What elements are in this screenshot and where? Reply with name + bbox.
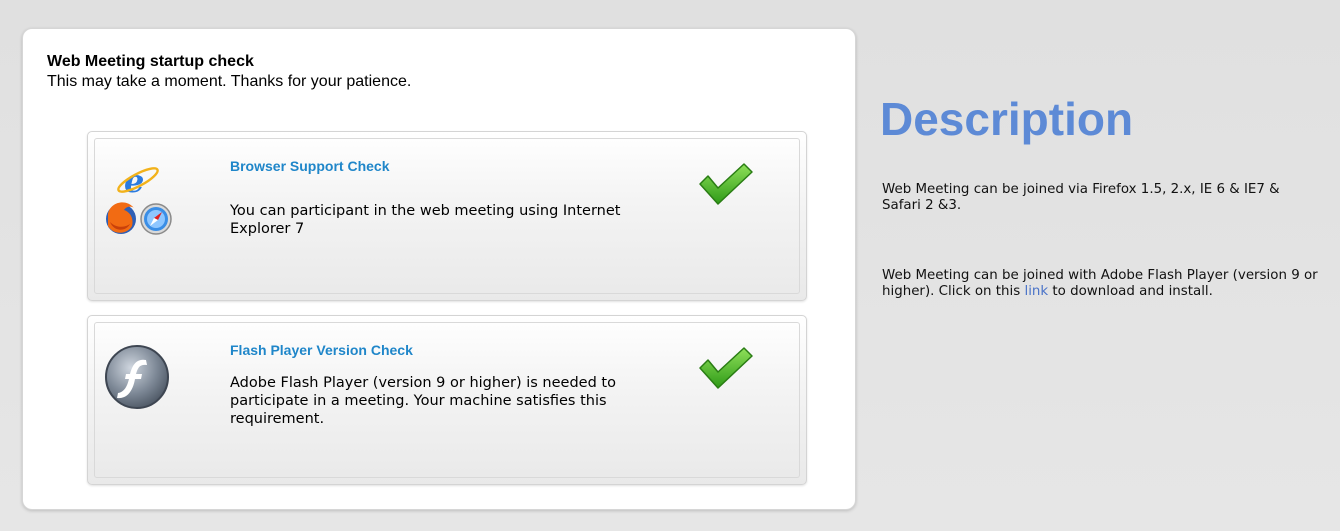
checkmark-icon — [699, 163, 753, 205]
checkmark-icon — [699, 347, 753, 389]
flash-player-icon — [105, 345, 169, 409]
flash-check-message: Adobe Flash Player (version 9 or higher)… — [230, 375, 616, 427]
flash-version-check-card: Flash Player Version Check Adobe Flash P… — [87, 315, 807, 485]
description-paragraph-browsers: Web Meeting can be joined via Firefox 1.… — [882, 182, 1280, 213]
description-paragraph-flash: Web Meeting can be joined with Adobe Fla… — [882, 268, 1322, 300]
safari-icon — [140, 203, 172, 235]
description-heading: Description — [880, 93, 1134, 145]
flash-download-link[interactable]: link — [1024, 284, 1048, 299]
panel-title: Web Meeting startup check — [47, 53, 254, 70]
internet-explorer-icon: e — [117, 162, 159, 200]
browser-support-check-card: e Browser Support Check You can particip… — [87, 131, 807, 301]
firefox-icon — [106, 202, 136, 234]
description-flash-text-end: to download and install. — [1048, 284, 1213, 299]
panel-subtitle: This may take a moment. Thanks for your … — [47, 73, 412, 90]
flash-check-title: Flash Player Version Check — [230, 342, 413, 358]
browser-logos-icon: e — [106, 162, 172, 235]
browser-check-title: Browser Support Check — [230, 158, 390, 174]
startup-check-panel: Web Meeting startup check This may take … — [22, 28, 856, 510]
browser-check-message: You can participant in the web meeting u… — [230, 203, 621, 237]
page: Web Meeting startup check This may take … — [0, 0, 1340, 531]
